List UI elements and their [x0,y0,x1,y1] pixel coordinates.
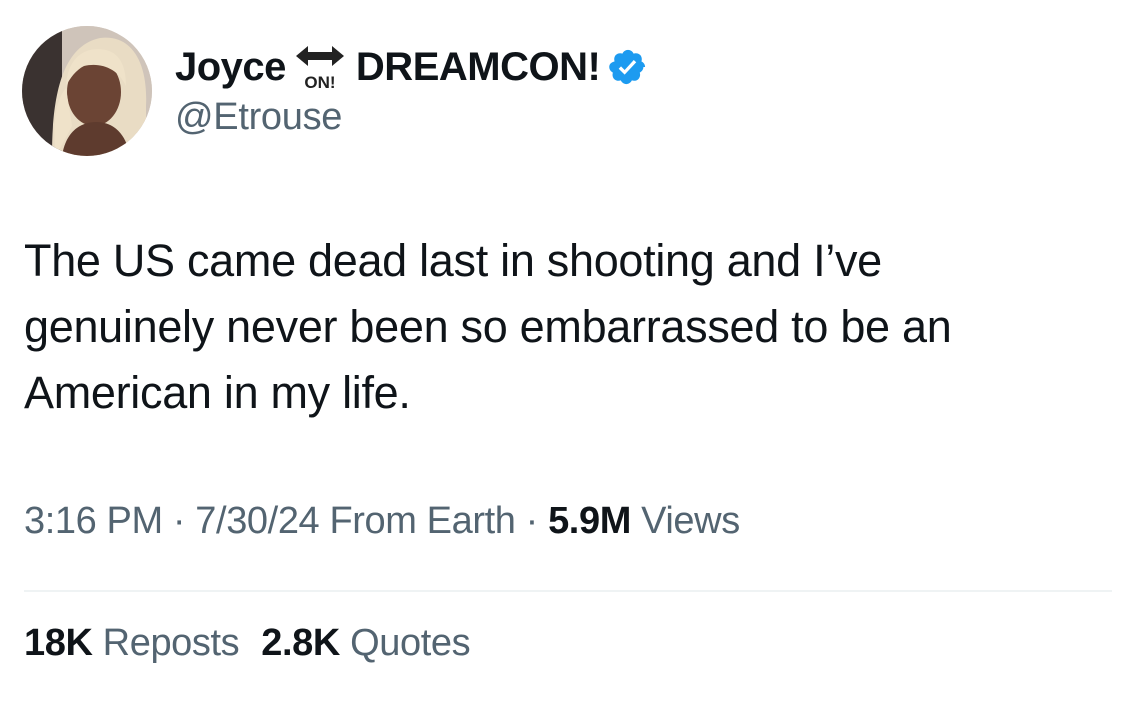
avatar-image [22,26,152,156]
tweet-date[interactable]: 7/30/24 [195,500,319,542]
tweet-text: The US came dead last in shooting and I’… [24,235,952,418]
tweet-card: Joyce ON! DREAMCON! @Etrouse The US came… [0,0,1126,704]
reposts-label: Reposts [92,622,240,664]
display-name[interactable]: Joyce [175,45,286,90]
tweet-meta: 3:16 PM · 7/30/24 From Earth · 5.9M View… [24,500,740,543]
quotes-label: Quotes [339,622,471,664]
meta-separator: · [515,500,549,542]
on-arrow-emoji-icon: ON! [292,40,348,94]
engagement-stats: 18K Reposts 2.8K Quotes [24,622,492,665]
on-emoji-label: ON! [304,73,335,92]
meta-separator: · [162,500,196,542]
divider [24,590,1112,592]
tweet-location: From Earth [319,500,516,542]
display-name-suffix[interactable]: DREAMCON! [356,45,601,90]
author-handle[interactable]: @Etrouse [175,96,342,139]
views-label: Views [630,500,740,542]
views-count: 5.9M [548,500,631,542]
quotes-stat[interactable]: 2.8K Quotes [261,622,470,665]
verified-badge-icon[interactable] [608,47,648,87]
avatar[interactable] [22,26,152,156]
author-name-row[interactable]: Joyce ON! DREAMCON! [175,40,648,94]
quotes-count: 2.8K [261,622,340,664]
tweet-time[interactable]: 3:16 PM [24,500,163,542]
reposts-stat[interactable]: 18K Reposts [24,622,240,665]
reposts-count: 18K [24,622,93,664]
